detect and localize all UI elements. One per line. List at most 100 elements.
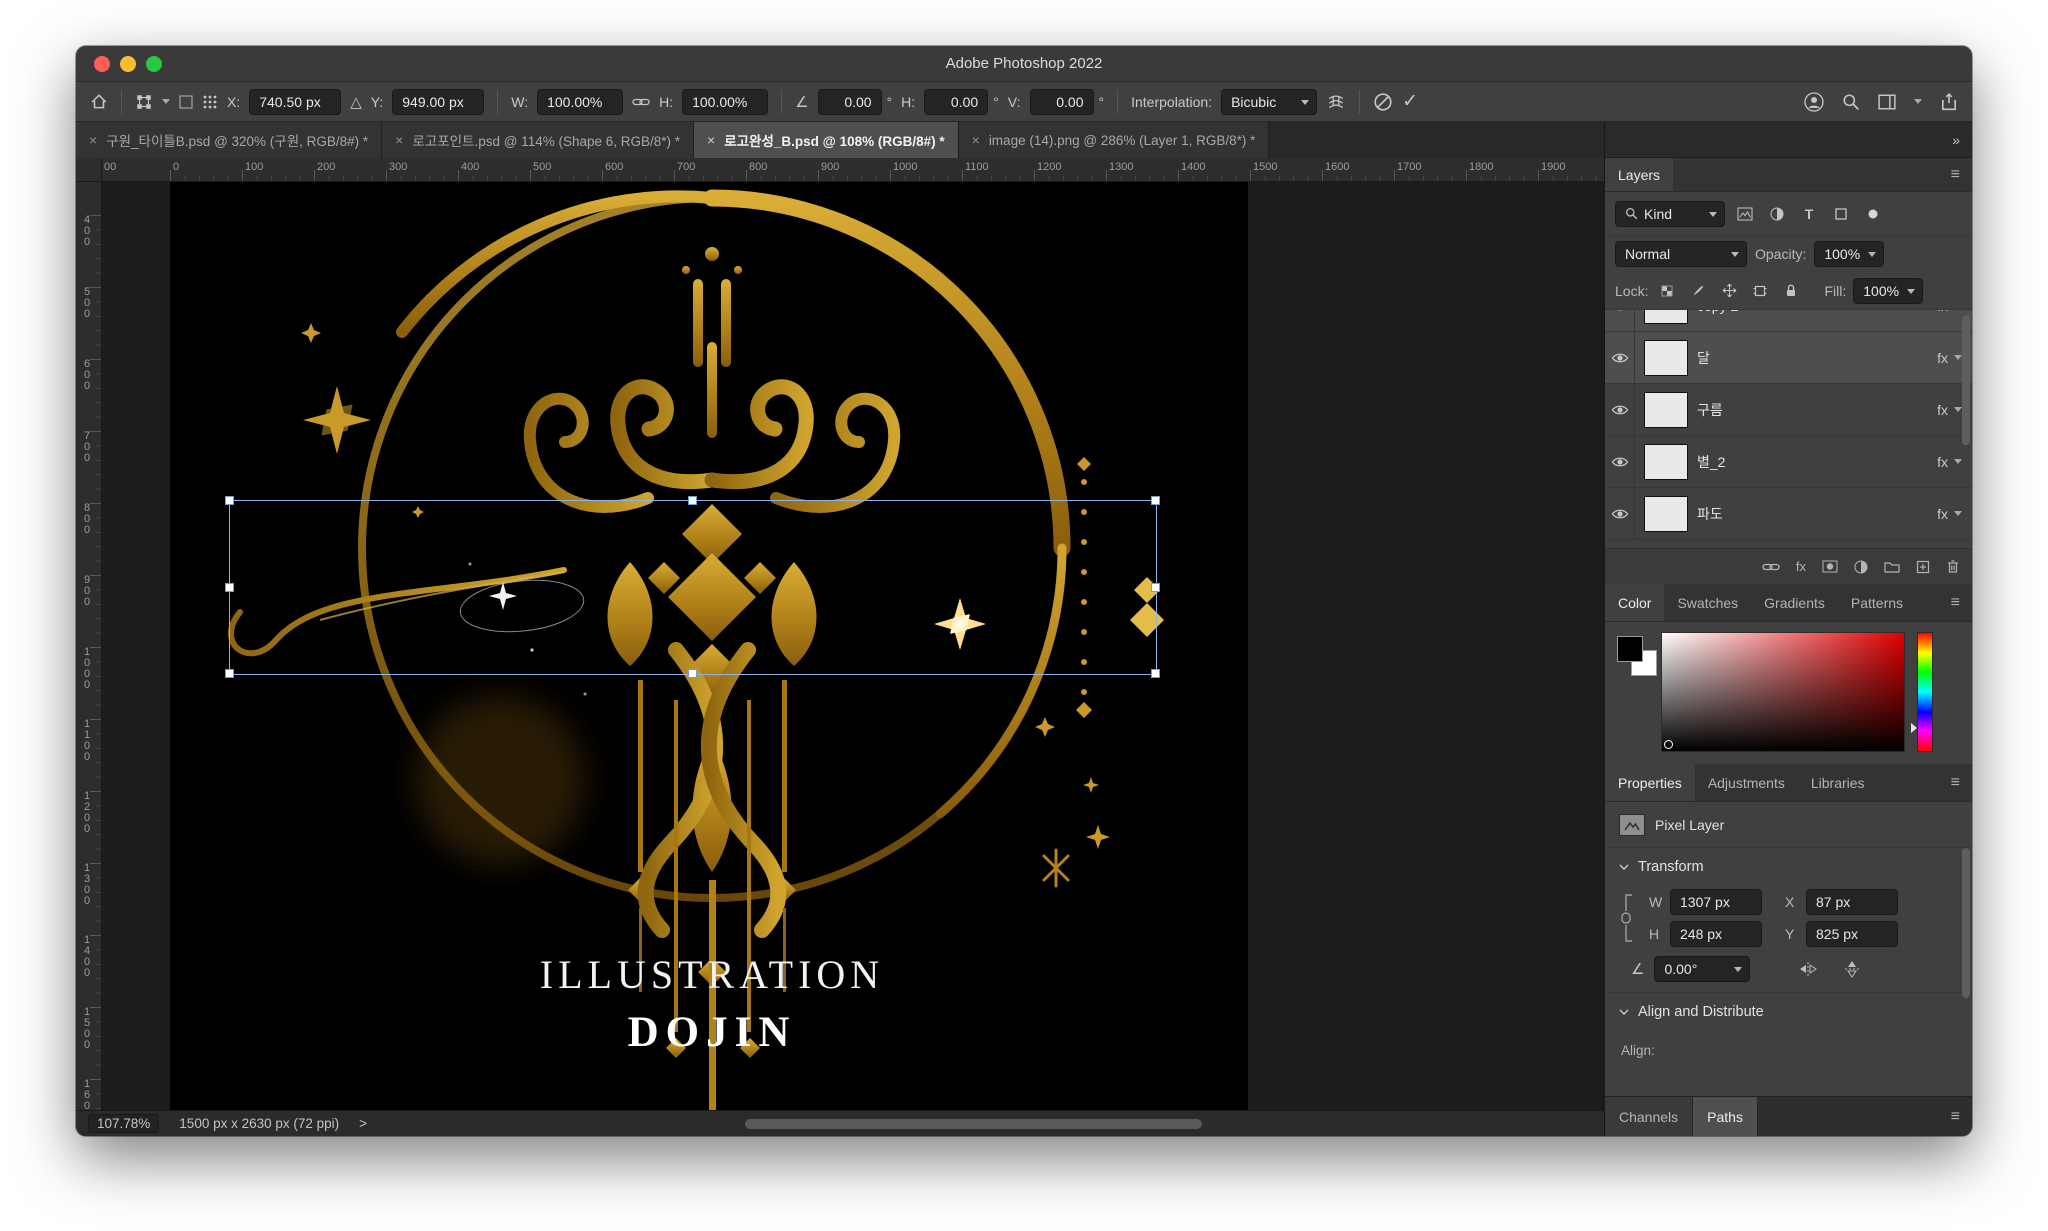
tab-channels[interactable]: Channels xyxy=(1605,1097,1693,1136)
visibility-toggle[interactable] xyxy=(1605,488,1635,539)
transform-handle-bottom-left[interactable] xyxy=(225,669,234,678)
fx-collapse-icon[interactable] xyxy=(1954,511,1962,516)
document-tab[interactable]: × image (14).png @ 286% (Layer 1, RGB/8*… xyxy=(959,122,1270,158)
layer-thumbnail[interactable] xyxy=(1644,496,1688,532)
transform-handle-top-left[interactable] xyxy=(225,496,234,505)
ruler-vertical-numbers[interactable]: 4 0 05 0 06 0 07 0 08 0 09 0 01 0 0 01 1… xyxy=(76,182,102,1110)
layer-row[interactable]: 달 fx xyxy=(1605,332,1972,384)
reference-point-checkbox[interactable] xyxy=(179,95,193,109)
close-window-button[interactable] xyxy=(94,56,110,72)
panel-menu-icon[interactable]: ≡ xyxy=(1939,158,1972,191)
transform-section-header[interactable]: Transform xyxy=(1605,848,1972,886)
fx-collapse-icon[interactable] xyxy=(1954,355,1962,360)
layer-effects-badge[interactable]: fx xyxy=(1937,350,1962,366)
transform-w-field[interactable]: 1307 px xyxy=(1670,889,1762,915)
new-layer-icon[interactable] xyxy=(1916,560,1930,574)
tab-layers[interactable]: Layers xyxy=(1605,158,1673,191)
rotation-value-field[interactable]: 0.00 xyxy=(818,89,882,115)
layer-name[interactable]: 구름 xyxy=(1697,400,1937,420)
transform-handle-bottom-right[interactable] xyxy=(1151,669,1160,678)
cancel-transform-icon[interactable] xyxy=(1373,92,1393,112)
layer-thumbnail[interactable] xyxy=(1644,392,1688,428)
filter-adjustment-layers-icon[interactable] xyxy=(1765,203,1789,225)
close-tab-icon[interactable]: × xyxy=(395,132,403,148)
saturation-brightness-picker[interactable] xyxy=(1661,632,1905,752)
interpolation-select[interactable]: Bicubic xyxy=(1221,89,1317,115)
transform-handle-middle-left[interactable] xyxy=(225,583,234,592)
filter-type-layers-icon[interactable]: T xyxy=(1797,203,1821,225)
document-tab-active[interactable]: × 로고완성_B.psd @ 108% (RGB/8#) * xyxy=(694,122,959,158)
h-skew-value-field[interactable]: 0.00 xyxy=(924,89,988,115)
tool-preset-caret-icon[interactable] xyxy=(162,99,170,104)
foreground-color-swatch[interactable] xyxy=(1617,636,1643,662)
horizontal-scrollbar[interactable] xyxy=(745,1119,1202,1129)
hue-slider-marker[interactable] xyxy=(1911,723,1917,733)
layer-row-partial[interactable]: copy 2 fx xyxy=(1605,310,1972,332)
home-icon[interactable] xyxy=(90,93,108,111)
zoom-level-field[interactable]: 107.78% xyxy=(88,1114,159,1133)
filter-shape-layers-icon[interactable] xyxy=(1829,203,1853,225)
filter-smart-objects-icon[interactable] xyxy=(1861,203,1885,225)
close-tab-icon[interactable]: × xyxy=(707,132,715,148)
tab-libraries[interactable]: Libraries xyxy=(1798,764,1878,801)
properties-scrollbar[interactable] xyxy=(1962,848,1970,998)
transform-box[interactable] xyxy=(229,500,1157,675)
layer-row[interactable]: 파도 fx xyxy=(1605,488,1972,540)
maintain-aspect-ratio-icon[interactable] xyxy=(632,95,650,109)
color-picker-marker[interactable] xyxy=(1664,740,1673,749)
fx-collapse-icon[interactable] xyxy=(1954,459,1962,464)
ruler-horizontal-numbers[interactable]: 0001002003004005006007008009001000110012… xyxy=(102,158,1604,182)
transform-y-field[interactable]: 825 px xyxy=(1806,921,1898,947)
tab-paths[interactable]: Paths xyxy=(1693,1097,1758,1136)
workspace-panels-icon[interactable] xyxy=(1878,94,1896,110)
workspace-caret-icon[interactable] xyxy=(1914,99,1922,104)
layer-thumbnail[interactable] xyxy=(1644,310,1688,324)
filter-pixel-layers-icon[interactable] xyxy=(1733,203,1757,225)
layer-effects-badge[interactable]: fx xyxy=(1937,310,1962,314)
document-tab[interactable]: × 로고포인트.psd @ 114% (Shape 6, RGB/8*) * xyxy=(382,122,694,158)
x-value-field[interactable]: 740.50 px xyxy=(249,89,341,115)
close-tab-icon[interactable]: × xyxy=(972,132,980,148)
hue-slider[interactable] xyxy=(1917,632,1933,752)
height-value-field[interactable]: 100.00% xyxy=(682,89,768,115)
delete-layer-icon[interactable] xyxy=(1946,559,1960,574)
layer-effects-badge[interactable]: fx xyxy=(1937,454,1962,470)
rotate-value-select[interactable]: 0.00° xyxy=(1654,956,1750,982)
layer-name[interactable]: 파도 xyxy=(1697,504,1937,524)
width-value-field[interactable]: 100.00% xyxy=(537,89,623,115)
title-bar[interactable]: Adobe Photoshop 2022 xyxy=(76,46,1972,82)
canvas-viewport[interactable]: ILLUSTRATION DOJIN xyxy=(102,182,1604,1110)
new-group-icon[interactable] xyxy=(1884,560,1900,573)
layer-effects-badge[interactable]: fx xyxy=(1937,506,1962,522)
tab-adjustments[interactable]: Adjustments xyxy=(1695,764,1798,801)
tab-gradients[interactable]: Gradients xyxy=(1751,584,1838,621)
layer-thumbnail[interactable] xyxy=(1644,340,1688,376)
relative-position-icon[interactable]: △ xyxy=(350,93,362,111)
layer-mask-icon[interactable] xyxy=(1822,560,1838,573)
tab-patterns[interactable]: Patterns xyxy=(1838,584,1916,621)
v-skew-value-field[interactable]: 0.00 xyxy=(1030,89,1094,115)
collapse-panels-icon[interactable]: » xyxy=(1952,132,1960,148)
transform-tool-icon[interactable] xyxy=(135,93,153,111)
account-avatar-icon[interactable] xyxy=(1804,92,1824,112)
adjustment-layer-icon[interactable] xyxy=(1854,560,1868,574)
layer-name[interactable]: 달 xyxy=(1697,348,1937,368)
layer-effects-badge[interactable]: fx xyxy=(1937,402,1962,418)
layer-thumbnail[interactable] xyxy=(1644,444,1688,480)
layer-filter-kind-select[interactable]: Kind xyxy=(1615,201,1725,227)
constrain-proportions-icon[interactable] xyxy=(1619,890,1635,946)
visibility-toggle[interactable] xyxy=(1605,436,1635,487)
blend-mode-select[interactable]: Normal xyxy=(1615,241,1747,267)
y-value-field[interactable]: 949.00 px xyxy=(392,89,484,115)
flip-vertical-icon[interactable] xyxy=(1844,959,1860,979)
commit-transform-icon[interactable]: ✓ xyxy=(1402,90,1418,113)
transform-handle-bottom-center[interactable] xyxy=(688,669,697,678)
tab-properties[interactable]: Properties xyxy=(1605,764,1695,801)
lock-position-icon[interactable] xyxy=(1717,280,1741,302)
transform-handle-top-right[interactable] xyxy=(1151,496,1160,505)
ruler-corner[interactable] xyxy=(76,158,102,182)
search-icon[interactable] xyxy=(1842,93,1860,111)
status-expand-icon[interactable]: > xyxy=(359,1116,367,1131)
layer-name[interactable]: copy 2 xyxy=(1697,310,1937,314)
visibility-toggle[interactable] xyxy=(1605,310,1635,331)
